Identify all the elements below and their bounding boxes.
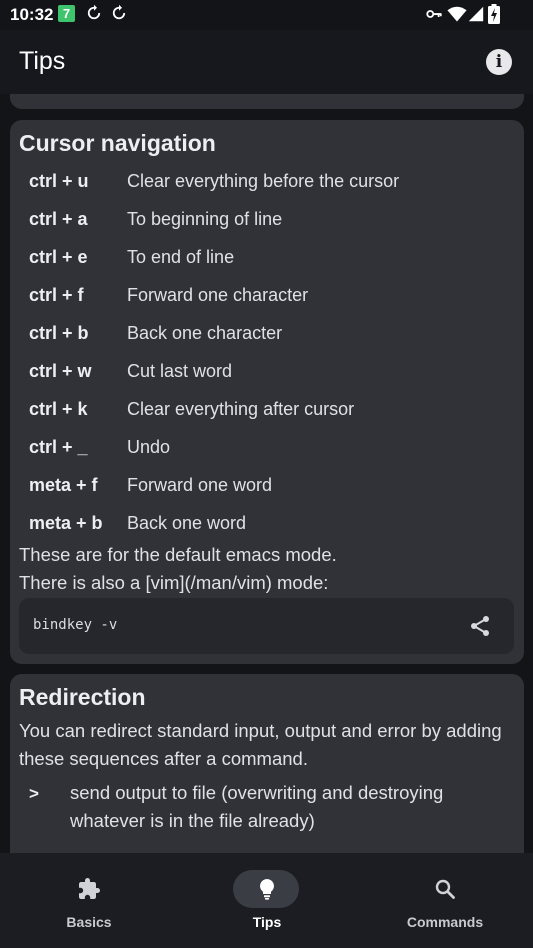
sync-icon [112, 4, 126, 20]
nav-label: Commands [406, 914, 484, 930]
nav-commands[interactable]: Commands [356, 853, 533, 948]
notification-badge-icon: 7 [58, 5, 75, 22]
status-bar: 10:32 7 [0, 0, 533, 30]
shortcut-desc: To beginning of line [127, 209, 283, 229]
sync-icon [87, 4, 101, 20]
note-vim: There is also a [vim](/man/vim) mode: [19, 572, 329, 593]
nav-tips[interactable]: Tips [178, 853, 356, 948]
bottom-navigation: Basics Tips Commands [0, 853, 533, 948]
card-title: Redirection [19, 684, 146, 710]
shortcut-key: ctrl + f [29, 285, 84, 305]
shortcut-desc: Forward one character [127, 285, 309, 305]
info-icon: i [495, 52, 503, 72]
shortcut-key: ctrl + w [29, 361, 92, 381]
shortcut-key: ctrl + b [29, 323, 89, 343]
previous-card [10, 94, 524, 109]
page-title: Tips [19, 47, 66, 75]
code-block[interactable]: bindkey -v [19, 598, 514, 654]
nav-basics[interactable]: Basics [0, 853, 178, 948]
shortcut-desc: Forward one word [127, 475, 273, 495]
battery-charging-icon [488, 4, 500, 24]
shortcut-key: meta + f [29, 475, 98, 495]
shortcut-desc: Cut last word [127, 361, 233, 381]
app-bar: Tips i [0, 30, 533, 94]
note-emacs: These are for the default emacs mode. [19, 544, 337, 565]
redirection-intro: You can redirect standard input, output … [19, 720, 502, 769]
tips-content[interactable]: Cursor navigation ctrl + u Clear everyth… [0, 94, 533, 853]
shortcut-desc: Clear everything before the cursor [127, 171, 400, 191]
shortcut-key: ctrl + u [29, 171, 89, 191]
shortcut-desc: Back one word [127, 513, 247, 533]
shortcut-key: ctrl + _ [29, 437, 88, 457]
info-button[interactable]: i [486, 49, 512, 75]
shortcut-desc: Clear everything after cursor [127, 399, 355, 419]
shortcut-desc: Undo [127, 437, 171, 457]
search-icon [435, 879, 455, 899]
cursor-navigation-card: Cursor navigation ctrl + u Clear everyth… [10, 120, 524, 664]
puzzle-icon [79, 878, 100, 899]
code-text: bindkey -v [33, 617, 118, 633]
lightbulb-icon [260, 879, 274, 900]
signal-icon [468, 6, 484, 22]
nav-label: Basics [66, 914, 112, 930]
shortcut-desc: To end of line [127, 247, 235, 267]
redirect-desc: send output to file (overwriting and des… [70, 782, 444, 831]
vpn-key-icon [426, 10, 442, 18]
shortcut-key: meta + b [29, 513, 103, 533]
nav-label: Tips [252, 914, 282, 930]
status-time: 10:32 [10, 5, 54, 24]
redirect-symbol: > [29, 784, 39, 803]
shortcut-key: ctrl + e [29, 247, 88, 267]
shortcut-desc: Back one character [127, 323, 283, 343]
redirection-card: Redirection You can redirect standard in… [10, 674, 524, 853]
shortcut-key: ctrl + k [29, 399, 88, 419]
share-icon[interactable] [468, 614, 492, 638]
card-title: Cursor navigation [19, 130, 216, 156]
shortcut-key: ctrl + a [29, 209, 88, 229]
wifi-icon [447, 6, 467, 22]
